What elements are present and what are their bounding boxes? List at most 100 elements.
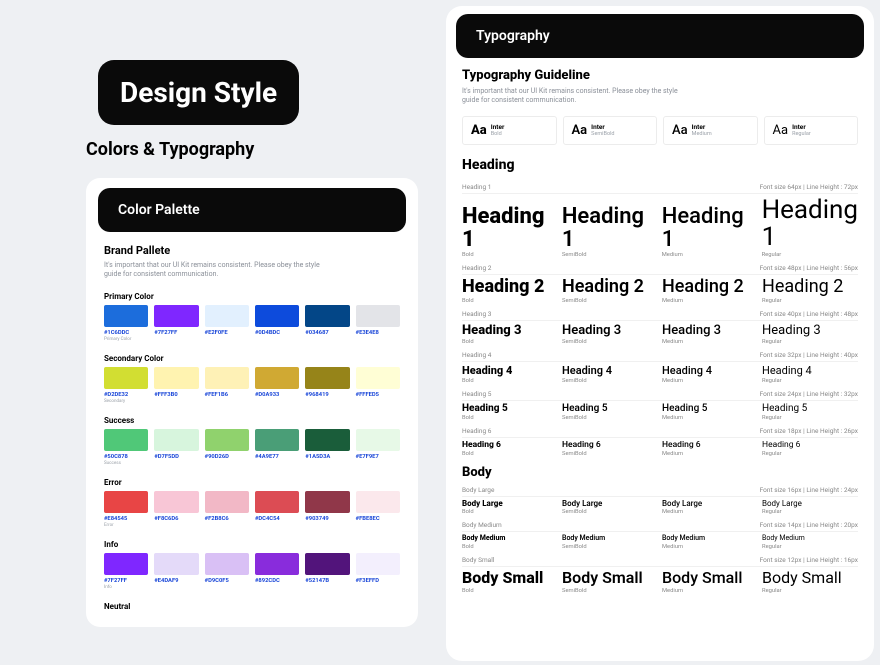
heading-sample: Heading 6 — [462, 441, 558, 450]
design-style-title: Design Style — [98, 60, 299, 125]
color-category-label: Secondary Color — [104, 354, 400, 363]
heading-level-label: Heading 4 — [462, 351, 491, 359]
color-chip — [104, 491, 148, 513]
color-chip — [104, 305, 148, 327]
color-chip — [205, 367, 249, 389]
font-name: Inter — [491, 123, 505, 131]
heading-sample: Heading 5 — [662, 404, 758, 415]
heading-weight-label: Medium — [662, 544, 758, 550]
heading-sample: Heading 2 — [462, 278, 558, 297]
heading-weight-label: Bold — [462, 544, 558, 550]
color-palette-panel: Color Palette Brand Pallete It's importa… — [86, 178, 418, 627]
color-chip — [154, 553, 198, 575]
heading-level-label: Body Small — [462, 556, 494, 564]
color-hex: #E4DAF9 — [154, 578, 198, 584]
heading-weight-label: Medium — [662, 509, 758, 515]
color-swatch: #1C6DDCPrimary Color — [104, 305, 148, 342]
heading-spec: Font size 12px | Line Height : 16px — [760, 556, 858, 564]
heading-sample: Body Large — [662, 500, 758, 508]
color-swatch: #FEF1B6 — [205, 367, 249, 404]
heading-sample: Heading 3 — [762, 324, 858, 338]
color-swatch: #D2DE32Secondary — [104, 367, 148, 404]
heading-weight-label: Medium — [662, 588, 758, 594]
color-hex: #892CDC — [255, 578, 299, 584]
color-hex: #E84545 — [104, 516, 148, 522]
brand-pallete-desc: It's important that our UI Kit remains c… — [104, 261, 334, 280]
color-hex: #FEF1B6 — [205, 392, 249, 398]
color-swatch: #034687 — [305, 305, 349, 342]
color-hex: #0D4BDC — [255, 330, 299, 336]
font-aa-glyph: Aa — [572, 123, 588, 138]
heading-sample: Body Medium — [762, 535, 858, 542]
color-chip — [154, 305, 198, 327]
font-aa-glyph: Aa — [773, 123, 789, 138]
color-hex: #90D26D — [205, 454, 249, 460]
color-swatch: #D7F5DD — [154, 429, 198, 466]
font-name: Inter — [792, 123, 811, 131]
color-swatch: #E84545Error — [104, 491, 148, 528]
color-chip — [356, 429, 400, 451]
heading-sample: Heading 4 — [462, 365, 558, 377]
typography-guideline-desc: It's important that our UI Kit remains c… — [462, 87, 682, 106]
heading-sample: Heading 5 — [462, 404, 558, 415]
heading-sample: Heading 3 — [462, 324, 558, 338]
color-chip — [305, 367, 349, 389]
color-swatch: #892CDC — [255, 553, 299, 590]
color-category-label: Neutral — [104, 602, 400, 611]
color-swatch: #E7F9E7 — [356, 429, 400, 466]
color-category-label: Info — [104, 540, 400, 549]
color-palette-header: Color Palette — [98, 188, 406, 232]
heading-weight-label: SemiBold — [562, 509, 658, 515]
heading-sample: Heading 6 — [762, 441, 858, 450]
heading-weight-label: SemiBold — [562, 415, 658, 421]
heading-sample: Body Large — [462, 500, 558, 508]
color-hex: #968419 — [305, 392, 349, 398]
color-chip — [356, 305, 400, 327]
heading-weight-label: Regular — [762, 415, 858, 421]
color-category-label: Primary Color — [104, 292, 400, 301]
heading-sample: Body Medium — [662, 535, 758, 542]
heading-weight-label: Regular — [762, 378, 858, 384]
font-weight-label: Regular — [792, 131, 811, 137]
heading-weight-label: Regular — [762, 252, 858, 258]
color-chip — [305, 429, 349, 451]
color-chip — [205, 491, 249, 513]
color-sublabel: Secondary — [104, 399, 148, 404]
heading-weight-label: Regular — [762, 298, 858, 304]
heading-weight-label: Medium — [662, 339, 758, 345]
colors-typography-subtitle: Colors & Typography — [86, 139, 418, 160]
font-name: Inter — [692, 123, 712, 131]
color-hex: #D9C0F5 — [205, 578, 249, 584]
color-swatch: #DC4C54 — [255, 491, 299, 528]
color-category-label: Error — [104, 478, 400, 487]
heading-weight-label: Bold — [462, 339, 558, 345]
color-hex: #034687 — [305, 330, 349, 336]
typography-header: Typography — [456, 14, 864, 58]
color-swatch: #D0A933 — [255, 367, 299, 404]
color-chip — [255, 429, 299, 451]
color-hex: #4A9E77 — [255, 454, 299, 460]
color-chip — [104, 367, 148, 389]
heading-sample: Body Large — [762, 500, 858, 508]
color-swatch: #7F27FFInfo — [104, 553, 148, 590]
font-name: Inter — [591, 123, 614, 131]
color-swatch: #0D4BDC — [255, 305, 299, 342]
heading-weight-label: Regular — [762, 339, 858, 345]
typography-guideline-title: Typography Guideline — [462, 68, 858, 83]
heading-weight-label: SemiBold — [562, 451, 658, 457]
heading-weight-label: SemiBold — [562, 252, 658, 258]
heading-weight-label: Bold — [462, 252, 558, 258]
color-hex: #F3EFFD — [356, 578, 400, 584]
heading-weight-label: SemiBold — [562, 588, 658, 594]
heading-sample: Body Medium — [562, 535, 658, 542]
color-hex: #FFFED5 — [356, 392, 400, 398]
heading-sample: Body Small — [762, 570, 858, 587]
heading-level-label: Heading 3 — [462, 310, 491, 318]
color-chip — [305, 305, 349, 327]
color-swatch: #E4DAF9 — [154, 553, 198, 590]
font-sample-box: AaInterRegular — [764, 116, 859, 145]
color-chip — [356, 553, 400, 575]
heading-sample: Heading 1 — [762, 197, 858, 252]
heading-weight-label: SemiBold — [562, 544, 658, 550]
font-sample-box: AaInterBold — [462, 116, 557, 145]
